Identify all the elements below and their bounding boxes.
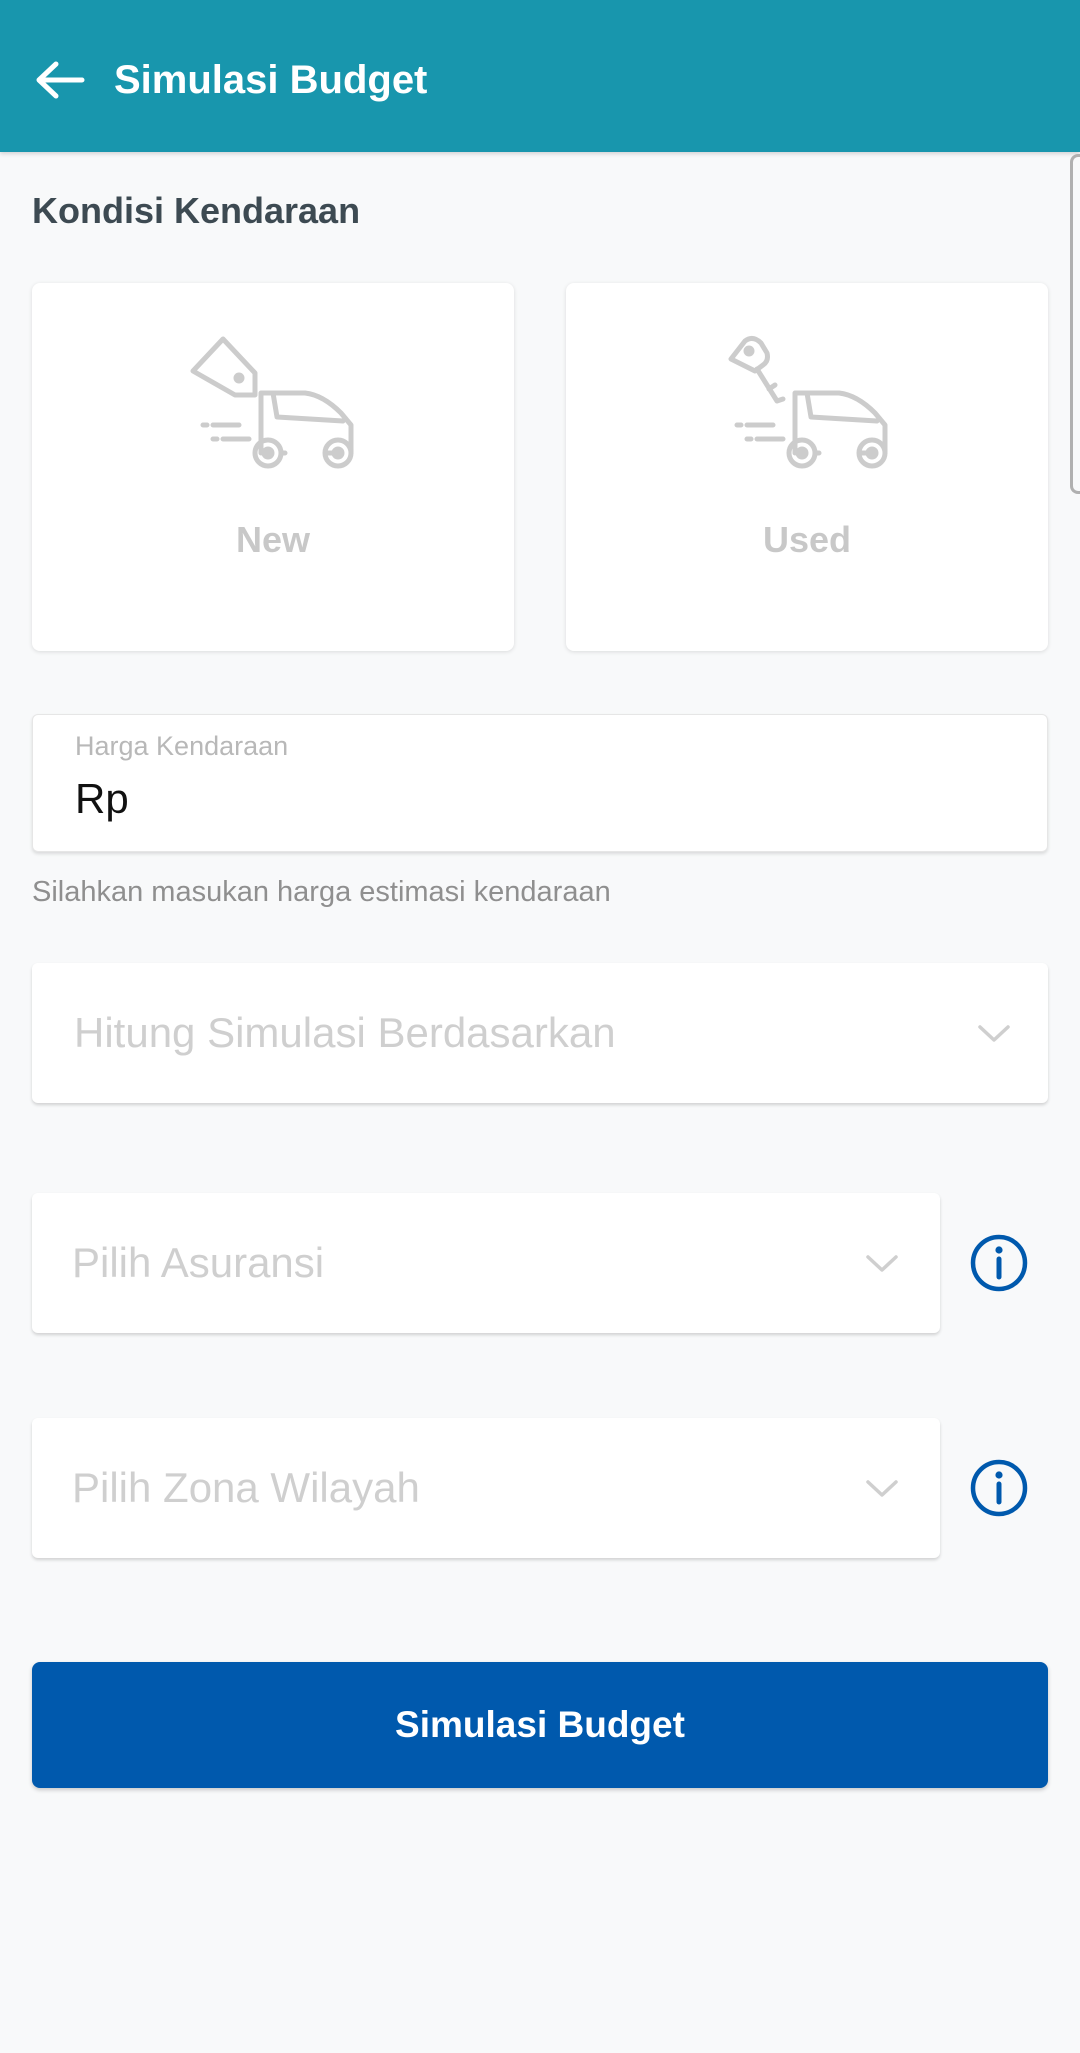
insurance-select[interactable]: Pilih Asuransi: [32, 1193, 940, 1333]
calculation-basis-select[interactable]: Hitung Simulasi Berdasarkan: [32, 963, 1048, 1103]
chevron-down-icon: [978, 1025, 1010, 1042]
calculation-basis-placeholder: Hitung Simulasi Berdasarkan: [74, 1009, 616, 1056]
zone-select[interactable]: Pilih Zona Wilayah: [32, 1418, 940, 1558]
vehicle-price-value[interactable]: Rp: [75, 775, 129, 823]
insurance-placeholder: Pilih Asuransi: [72, 1239, 325, 1286]
page-title: Simulasi Budget: [114, 58, 428, 102]
simulate-budget-button[interactable]: Simulasi Budget: [32, 1662, 1048, 1788]
condition-option-used[interactable]: Used: [566, 283, 1048, 651]
vehicle-price-label: Harga Kendaraan: [75, 731, 289, 761]
scrollbar[interactable]: [1070, 154, 1080, 494]
arrow-left-icon: [36, 61, 85, 99]
condition-label-new: New: [235, 519, 311, 560]
zone-placeholder: Pilih Zona Wilayah: [72, 1464, 420, 1511]
insurance-info-icon[interactable]: [969, 1233, 1029, 1293]
used-car-key-icon: [728, 335, 888, 469]
zone-info-icon[interactable]: [969, 1458, 1029, 1518]
new-car-tag-icon: [190, 336, 354, 469]
section-title-vehicle-condition: Kondisi Kendaraan: [32, 190, 361, 231]
condition-option-new[interactable]: New: [32, 283, 514, 651]
app-bar: Simulasi Budget: [0, 0, 1080, 152]
chevron-down-icon: [866, 1255, 898, 1272]
vehicle-price-helper: Silahkan masukan harga estimasi kendaraa…: [32, 876, 611, 908]
back-button[interactable]: [28, 48, 92, 112]
chevron-down-icon: [866, 1480, 898, 1497]
vehicle-price-field[interactable]: Harga Kendaraan Rp: [32, 714, 1048, 852]
condition-label-used: Used: [762, 519, 852, 560]
